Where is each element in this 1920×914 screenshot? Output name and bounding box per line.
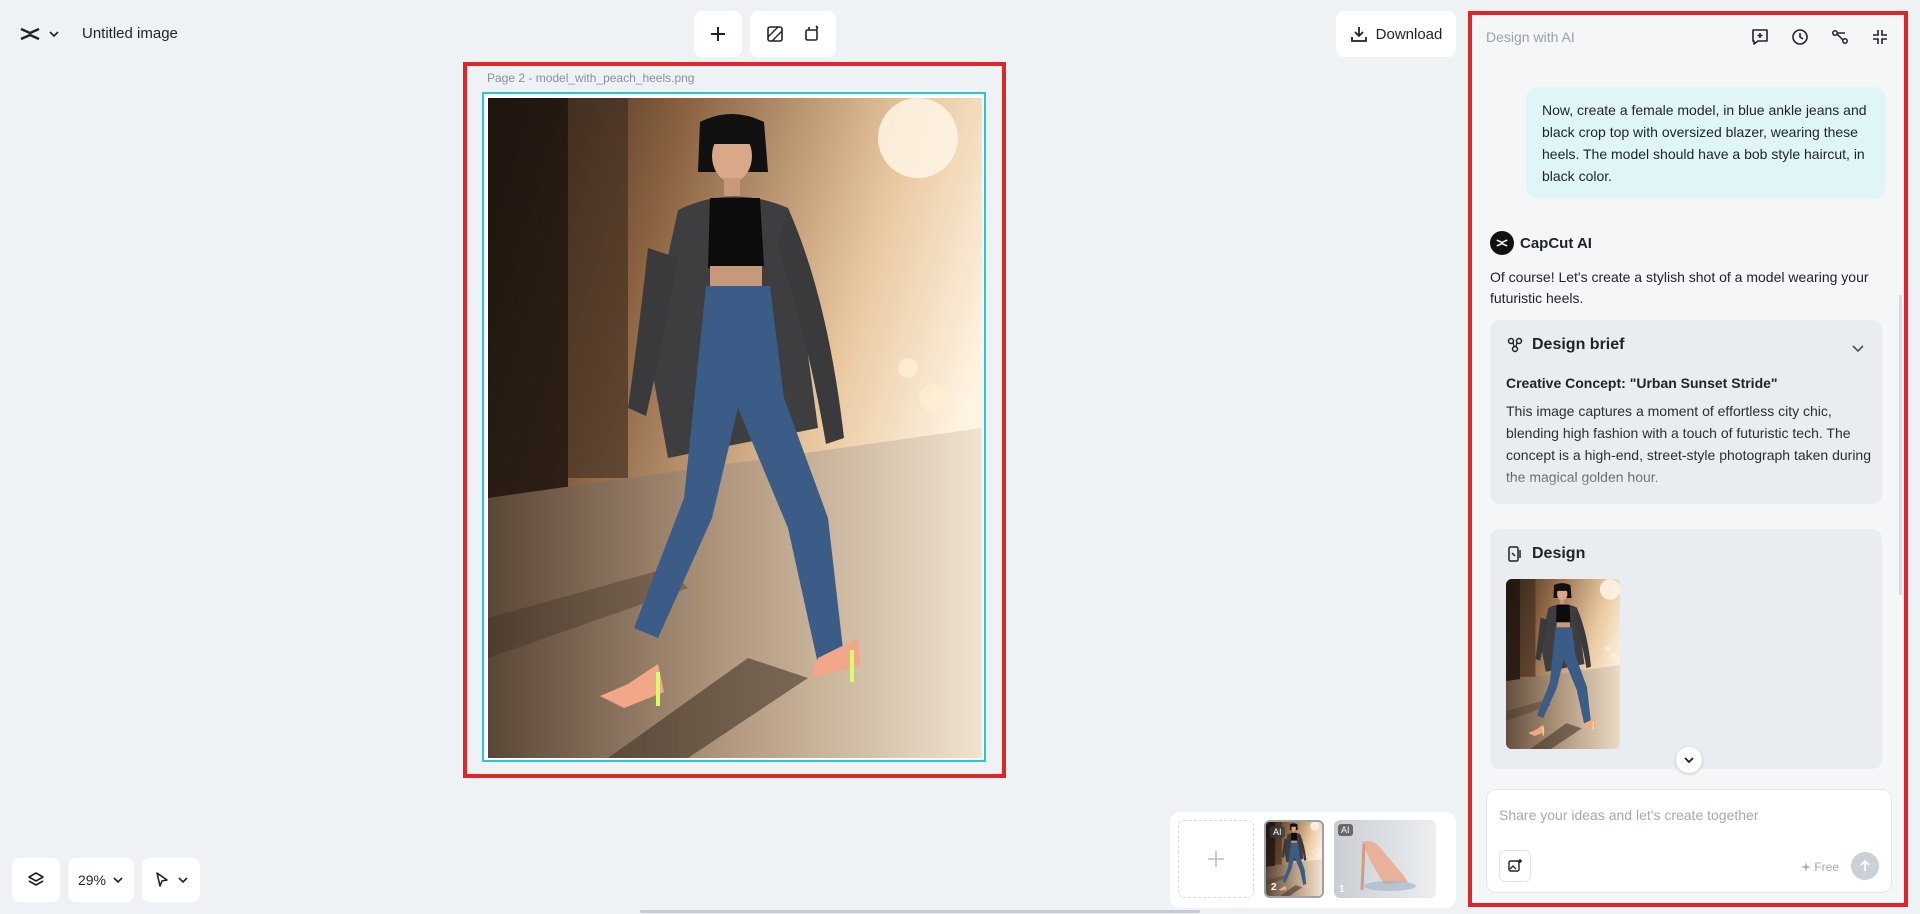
- new-chat-icon: [1752, 29, 1768, 45]
- page-thumbnail-2[interactable]: AI 2: [1264, 820, 1324, 898]
- assistant-name: CapCut AI: [1520, 234, 1592, 252]
- panel-header: Design with AI: [1472, 15, 1904, 59]
- assistant-header: CapCut AI: [1490, 231, 1592, 255]
- brief-fade-overlay: [1490, 464, 1882, 504]
- prompt-composer: Free: [1486, 789, 1892, 893]
- sparkle-icon: [1801, 862, 1812, 872]
- transparency-icon: [766, 26, 783, 42]
- design-title: Design: [1532, 545, 1586, 562]
- crop-resize-icon: [804, 25, 819, 41]
- page-number: 2: [1271, 882, 1277, 893]
- ai-badge: AI: [1270, 826, 1285, 838]
- pointer-tool-dropdown[interactable]: [142, 858, 200, 902]
- add-page-button[interactable]: [1178, 820, 1254, 898]
- share-button[interactable]: [1828, 25, 1852, 49]
- page-label: Page 2 - model_with_peach_heels.png: [487, 71, 695, 85]
- app-logo-menu[interactable]: [18, 22, 60, 46]
- canvas-image[interactable]: [488, 98, 982, 758]
- edit-toolbar: [750, 11, 836, 57]
- prompt-input[interactable]: [1499, 800, 1879, 830]
- canvas-page[interactable]: [482, 92, 986, 762]
- design-icon: [1508, 546, 1521, 562]
- chevron-down-icon: [178, 877, 188, 884]
- add-image-icon: [1508, 859, 1522, 872]
- collapse-icon: [1873, 30, 1887, 44]
- plus-icon: [711, 27, 725, 41]
- canvas-horizontal-scrollbar[interactable]: [640, 910, 1200, 913]
- layers-icon: [28, 872, 44, 886]
- panel-scrollbar[interactable]: [1899, 295, 1902, 595]
- design-result-card: Design: [1490, 529, 1882, 769]
- chevron-down-icon: [49, 31, 59, 38]
- background-remove-button[interactable]: [760, 19, 789, 49]
- capcut-ai-avatar: [1490, 231, 1514, 255]
- attach-image-button[interactable]: [1499, 850, 1531, 882]
- document-title[interactable]: Untitled image: [82, 25, 178, 42]
- ai-badge: AI: [1338, 824, 1353, 836]
- free-indicator: Free: [1801, 860, 1839, 874]
- design-with-ai-panel: Design with AI Now, create a female mode…: [1468, 11, 1908, 907]
- assistant-message: Of course! Let's create a stylish shot o…: [1490, 269, 1869, 306]
- free-label: Free: [1814, 860, 1839, 874]
- download-button[interactable]: Download: [1336, 11, 1456, 57]
- generated-design-thumbnail[interactable]: [1506, 579, 1620, 749]
- chevron-down-icon: [113, 877, 123, 884]
- add-element-button[interactable]: [704, 19, 732, 49]
- capcut-logo-icon: [1496, 239, 1508, 247]
- scroll-to-bottom-button[interactable]: [1676, 747, 1702, 773]
- chevron-down-icon[interactable]: [1848, 338, 1868, 358]
- history-icon: [1792, 29, 1808, 45]
- download-label: Download: [1375, 25, 1443, 43]
- panel-title: Design with AI: [1486, 29, 1575, 45]
- design-brief-title: Design brief: [1532, 336, 1625, 353]
- download-icon: [1350, 27, 1367, 42]
- design-brief-card: Design brief Creative Concept: "Urban Su…: [1490, 320, 1882, 504]
- new-chat-button[interactable]: [1748, 25, 1772, 49]
- capcut-logo-icon: [20, 27, 40, 41]
- plus-icon: [1208, 851, 1224, 867]
- arrow-up-icon: [1860, 859, 1870, 871]
- design-brief-icon: [1507, 337, 1523, 353]
- user-message: Now, create a female model, in blue ankl…: [1526, 87, 1886, 199]
- zoom-dropdown[interactable]: 29%: [68, 858, 134, 902]
- history-button[interactable]: [1788, 25, 1812, 49]
- zoom-level: 29%: [77, 872, 107, 888]
- add-toolbar: [694, 11, 742, 57]
- resize-button[interactable]: [797, 19, 826, 49]
- chevron-down-icon: [1684, 757, 1694, 764]
- page-thumbnail-1[interactable]: AI 1: [1334, 820, 1436, 898]
- pointer-icon: [156, 872, 168, 887]
- pages-strip: AI 2 AI 1: [1170, 812, 1456, 908]
- collapse-panel-button[interactable]: [1868, 25, 1892, 49]
- page-number: 1: [1339, 884, 1345, 895]
- layers-button[interactable]: [12, 858, 60, 902]
- creative-concept: Creative Concept: "Urban Sunset Stride": [1506, 375, 1778, 391]
- send-button[interactable]: [1851, 852, 1879, 880]
- share-icon: [1832, 30, 1848, 44]
